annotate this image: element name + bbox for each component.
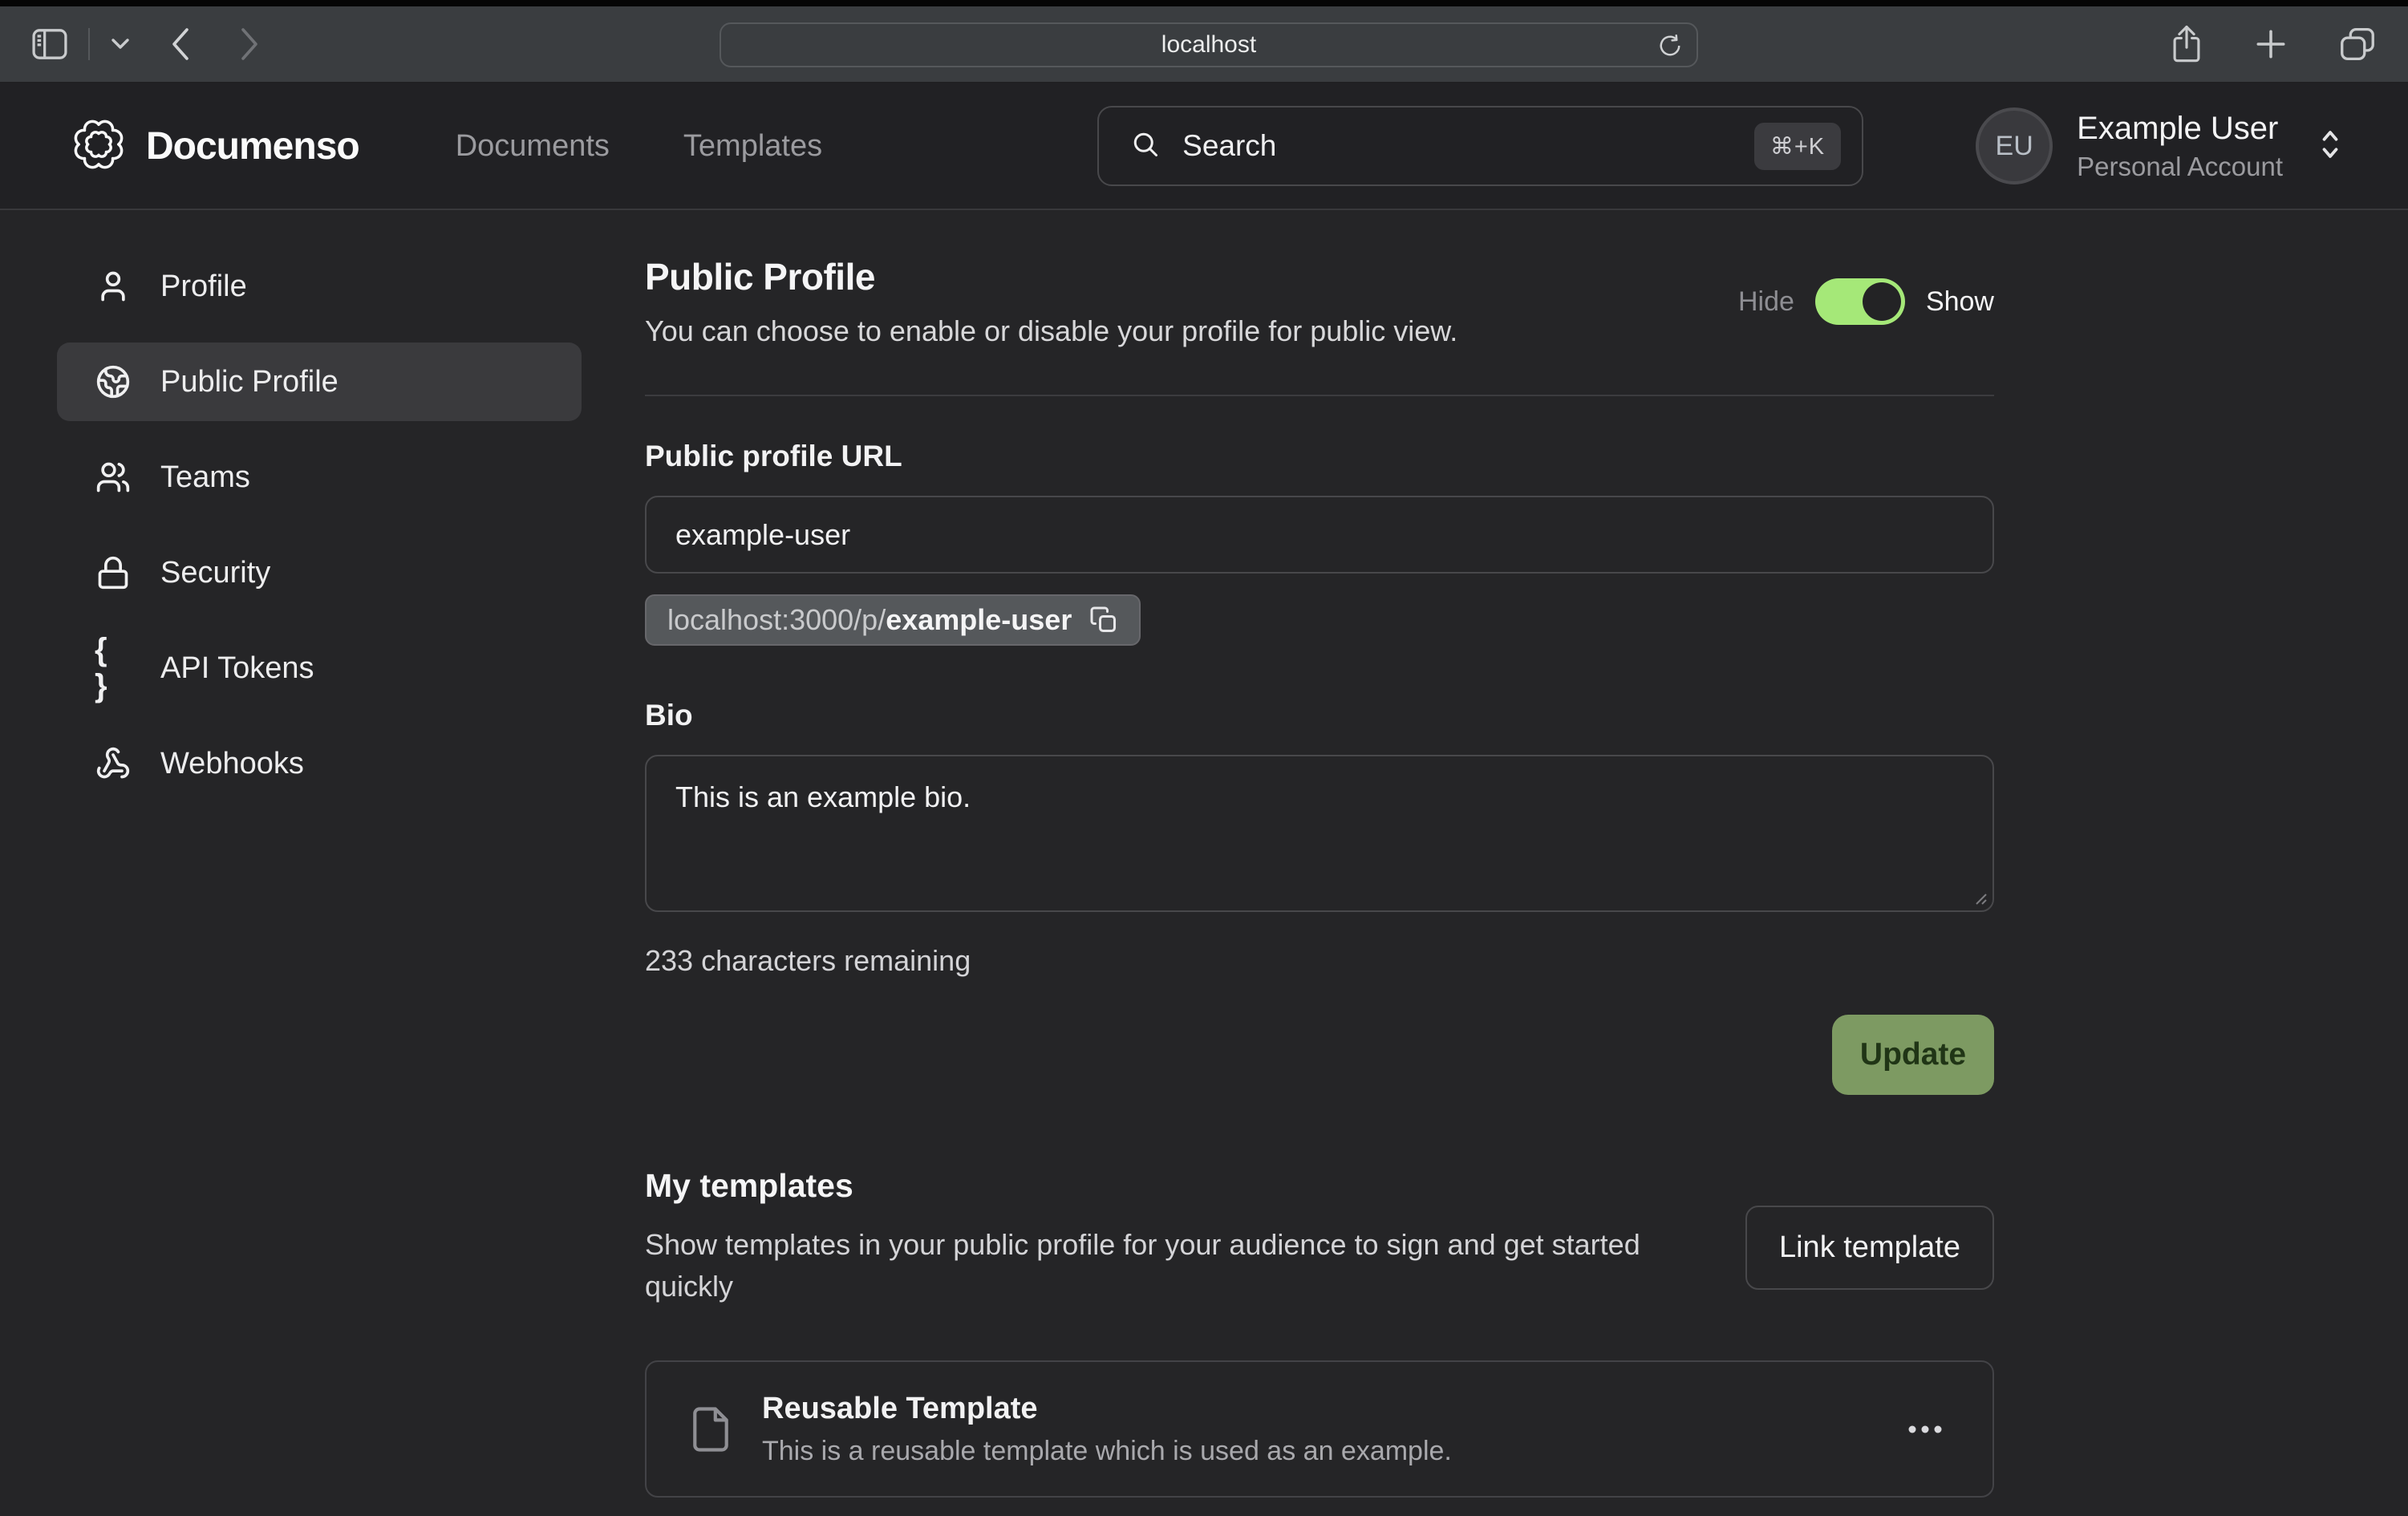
user-icon — [95, 268, 132, 305]
back-button-icon[interactable] — [170, 26, 191, 62]
sidebar-item-label: Teams — [160, 460, 250, 495]
toggle-hide-label: Hide — [1738, 286, 1794, 318]
resize-handle[interactable] — [1970, 888, 1988, 906]
public-profile-panel: Public Profile You can choose to enable … — [645, 210, 1994, 1516]
sidebar-item-webhooks[interactable]: Webhooks — [57, 724, 582, 803]
sidebar-item-label: Security — [160, 556, 270, 590]
chevron-down-icon[interactable] — [111, 38, 130, 51]
lock-icon — [95, 554, 132, 591]
url-field-label: Public profile URL — [645, 440, 1994, 473]
url-preview-prefix: localhost:3000/p/ — [667, 603, 886, 636]
sidebar-item-label: API Tokens — [160, 651, 314, 686]
nav-templates[interactable]: Templates — [683, 129, 822, 164]
bio-field-label: Bio — [645, 699, 1994, 732]
template-title: Reusable Template — [762, 1392, 1452, 1426]
search-placeholder: Search — [1182, 129, 1276, 163]
sidebar-item-profile[interactable]: Profile — [57, 247, 582, 326]
sidebar-item-security[interactable]: Security — [57, 533, 582, 612]
sidebar-item-label: Webhooks — [160, 747, 304, 781]
toggle-show-label: Show — [1926, 286, 1994, 318]
profile-url-input[interactable] — [645, 496, 1994, 574]
sidebar-item-label: Profile — [160, 270, 247, 304]
new-tab-icon[interactable] — [2254, 27, 2288, 61]
update-button[interactable]: Update — [1832, 1015, 1994, 1095]
sidebar-toggle-icon[interactable] — [32, 29, 67, 59]
section-divider — [645, 395, 1994, 396]
copy-icon — [1089, 606, 1118, 634]
profile-url-preview[interactable]: localhost:3000/p/example-user — [645, 594, 1141, 646]
main-nav: Documents Templates — [456, 129, 822, 164]
webhook-icon — [95, 745, 132, 782]
profile-visibility-toggle[interactable] — [1815, 278, 1905, 325]
user-name: Example User — [2077, 111, 2283, 147]
user-menu[interactable]: EU Example User Personal Account — [1976, 107, 2342, 184]
browser-toolbar: localhost — [0, 6, 2408, 83]
settings-sidebar: Profile Public Profile Teams — [57, 210, 582, 1516]
url-preview-slug: example-user — [886, 603, 1072, 636]
my-templates-description: Show templates in your public profile fo… — [645, 1224, 1736, 1307]
share-icon[interactable] — [2171, 25, 2203, 63]
settings-page: Profile Public Profile Teams — [0, 210, 2408, 1516]
sidebar-item-label: Public Profile — [160, 365, 338, 399]
page-subtitle: You can choose to enable or disable your… — [645, 314, 1457, 348]
tab-overview-icon[interactable] — [2339, 27, 2376, 61]
address-bar[interactable]: localhost — [720, 22, 1698, 67]
template-description: This is a reusable template which is use… — [762, 1436, 1452, 1467]
globe-icon — [95, 363, 132, 400]
sidebar-item-api-tokens[interactable]: { } API Tokens — [57, 629, 582, 707]
search-icon — [1131, 130, 1160, 163]
my-templates-title: My templates — [645, 1167, 1736, 1205]
app-root: Documenso Documents Templates Search ⌘+K… — [0, 83, 2408, 1516]
characters-remaining: 233 characters remaining — [645, 944, 1994, 978]
browser-window: localhost — [0, 0, 2408, 1516]
link-template-button[interactable]: Link template — [1745, 1206, 1994, 1290]
template-row: Reusable Template This is a reusable tem… — [645, 1360, 1994, 1498]
sidebar-item-public-profile[interactable]: Public Profile — [57, 343, 582, 421]
address-bar-url: localhost — [1161, 31, 1256, 59]
braces-icon: { } — [95, 650, 132, 687]
search-shortcut-badge: ⌘+K — [1754, 123, 1841, 170]
forward-button-icon[interactable] — [239, 26, 260, 62]
more-options-icon[interactable] — [1903, 1420, 1948, 1439]
document-icon — [691, 1406, 730, 1453]
brand-name: Documenso — [146, 124, 359, 168]
documenso-logo-icon — [72, 118, 125, 175]
search-box[interactable]: Search ⌘+K — [1097, 106, 1863, 186]
brand-logo[interactable]: Documenso — [72, 118, 359, 175]
users-icon — [95, 459, 132, 496]
reload-icon[interactable] — [1658, 34, 1682, 58]
chevron-up-down-icon — [2318, 128, 2342, 164]
avatar: EU — [1976, 107, 2053, 184]
page-title: Public Profile — [645, 255, 1457, 298]
bio-textarea[interactable]: This is an example bio. — [675, 780, 1964, 886]
bio-field: This is an example bio. — [645, 755, 1994, 912]
sidebar-item-teams[interactable]: Teams — [57, 438, 582, 517]
app-header: Documenso Documents Templates Search ⌘+K… — [0, 83, 2408, 210]
toggle-knob — [1863, 282, 1901, 321]
window-top-edge — [0, 0, 2408, 6]
toolbar-separator — [88, 28, 90, 60]
nav-documents[interactable]: Documents — [456, 129, 610, 164]
user-account-type: Personal Account — [2077, 152, 2283, 182]
